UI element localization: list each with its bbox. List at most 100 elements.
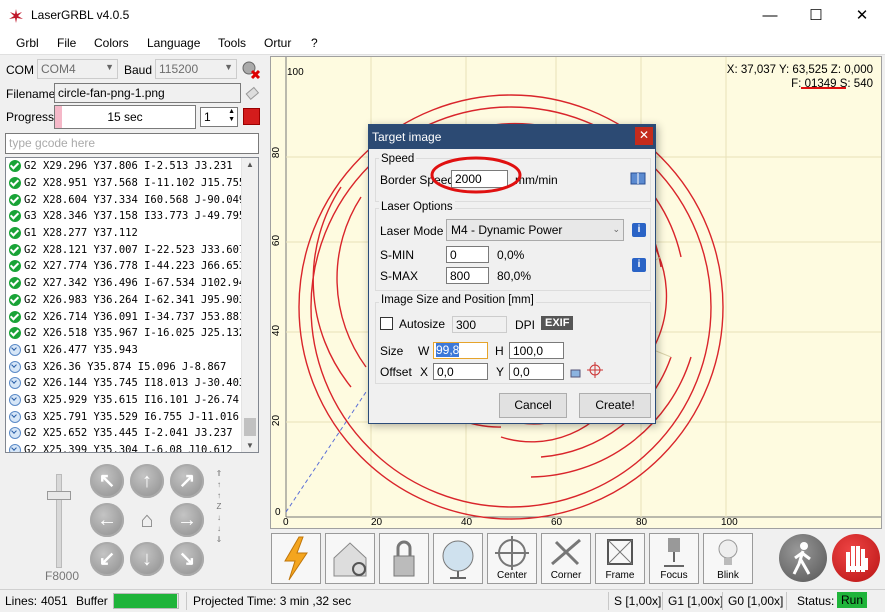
position-lock-icon[interactable]: [569, 365, 582, 378]
gcode-line-text: G3 X25.929 Y35.615 I16.101 J-26.74: [24, 393, 239, 406]
ruler-left-40: 40: [271, 324, 283, 337]
jog-left-button[interactable]: ←: [90, 503, 124, 537]
blink-button[interactable]: Blink: [703, 533, 753, 584]
scroll-thumb[interactable]: [244, 418, 256, 436]
eraser-icon[interactable]: [244, 85, 260, 101]
emergency-stop-button[interactable]: [832, 534, 880, 582]
lines-label: Lines:: [5, 594, 38, 608]
width-input[interactable]: 99,8: [433, 342, 488, 359]
close-window-button[interactable]: ✕: [839, 0, 885, 31]
copies-stepper[interactable]: 1 ▲ ▼: [200, 107, 238, 127]
home-icon[interactable]: ⌂: [130, 503, 164, 537]
create-button[interactable]: Create!: [579, 393, 651, 418]
smin-percent: 0,0%: [497, 248, 525, 262]
title-bar: LaserGRBL v4.0.5 — ☐ ✕: [0, 0, 885, 31]
gcode-list[interactable]: G2 X29.296 Y37.806 I-2.513 J3.231 G2 X28.…: [5, 157, 259, 453]
jog-up-left-button[interactable]: ↖: [90, 464, 124, 498]
smax-input[interactable]: 800: [446, 267, 489, 284]
smin-input[interactable]: 0: [446, 246, 489, 263]
height-input[interactable]: 100,0: [509, 342, 564, 359]
smin-smax-info-icon[interactable]: i: [632, 258, 646, 272]
menu-language[interactable]: Language: [147, 36, 200, 50]
frame-button[interactable]: Frame: [595, 533, 645, 584]
offset-y-label: Y: [496, 365, 505, 379]
autosize-checkbox[interactable]: [380, 317, 393, 330]
ruler-left-100: 100: [287, 67, 304, 78]
dpi-input[interactable]: 300: [452, 316, 507, 333]
com-select[interactable]: COM4 ▼: [37, 59, 118, 79]
speed-group-title: Speed: [379, 153, 417, 165]
center-button[interactable]: Center: [487, 533, 537, 584]
g1-override[interactable]: G1 [1,00x]: [668, 594, 723, 608]
baud-select[interactable]: 115200 ▼: [155, 59, 237, 79]
jog-down-right-button[interactable]: ↘: [170, 542, 204, 576]
crosshair-icon[interactable]: [587, 362, 603, 378]
check-done-icon: [9, 160, 21, 173]
laser-mode-info-icon[interactable]: i: [632, 223, 646, 237]
size-label: Size: [380, 344, 404, 358]
offset-y-input[interactable]: 0,0: [509, 363, 564, 380]
exif-button[interactable]: EXIF: [541, 316, 574, 330]
dialog-close-button[interactable]: ✕: [635, 127, 653, 145]
maximize-button[interactable]: ☐: [793, 0, 839, 31]
book-icon[interactable]: [630, 171, 646, 185]
lightbulb-icon: [718, 539, 738, 565]
laser-mode-select[interactable]: M4 - Dynamic Power ⌄: [446, 219, 624, 241]
speed-slider-thumb[interactable]: [47, 491, 71, 500]
cancel-button[interactable]: Cancel: [499, 393, 567, 418]
ruler-left-20: 20: [271, 414, 283, 427]
scroll-down-icon[interactable]: ▼: [246, 441, 254, 450]
gcode-line: G2 X28.121 Y37.007 I-22.523 J33.607: [6, 241, 258, 258]
scroll-up-icon[interactable]: ▲: [246, 160, 254, 169]
smax-label: S-MAX: [380, 269, 419, 283]
minimize-button[interactable]: —: [747, 0, 793, 31]
check-done-icon: [9, 177, 21, 190]
menu-colors[interactable]: Colors: [94, 36, 129, 50]
offset-x-input[interactable]: 0,0: [433, 363, 488, 380]
stop-icon[interactable]: [243, 108, 260, 125]
menu-file[interactable]: File: [57, 36, 76, 50]
gcode-scrollbar[interactable]: ▲ ▼: [241, 158, 258, 452]
g0-override[interactable]: G0 [1,00x]: [728, 594, 783, 608]
speed-annotation-circle: [430, 156, 522, 194]
jog-right-button[interactable]: →: [170, 503, 204, 537]
gcode-line-text: G2 X29.296 Y37.806 I-2.513 J3.231: [24, 160, 233, 173]
globe-button[interactable]: [433, 533, 483, 584]
menu-ortur[interactable]: Ortur: [264, 36, 291, 50]
jog-up-right-button[interactable]: ↗: [170, 464, 204, 498]
z-jog-control[interactable]: ⇑ ↑ ↑ Z ↓ ↓ ⇓: [213, 468, 225, 545]
menu-grbl[interactable]: Grbl: [16, 36, 39, 50]
jog-up-button[interactable]: ↑: [130, 464, 164, 498]
com-label: COM: [6, 63, 34, 77]
ruler-bottom-100: 100: [721, 517, 738, 528]
laser-mode-label: Laser Mode: [380, 224, 444, 238]
gcode-line: G1 X28.277 Y37.112: [6, 225, 258, 242]
gcode-line-text: G2 X28.121 Y37.007 I-22.523 J33.607: [24, 243, 246, 256]
gcode-input[interactable]: type gcode here: [5, 133, 259, 154]
s-override[interactable]: S [1,00x]: [614, 594, 661, 608]
homing-button[interactable]: [325, 533, 375, 584]
pending-icon: [9, 410, 21, 423]
corner-button[interactable]: Corner: [541, 533, 591, 584]
gcode-line: G2 X27.342 Y36.496 I-67.534 J102.946: [6, 275, 258, 292]
unlock-button[interactable]: [379, 533, 429, 584]
disconnect-icon[interactable]: [241, 60, 261, 80]
gcode-line: G2 X26.983 Y36.264 I-62.341 J95.903: [6, 292, 258, 309]
speed-slider-track[interactable]: [56, 474, 62, 568]
progress-time: 15 sec: [107, 110, 143, 124]
corner-icon: [551, 538, 581, 566]
walking-person-icon: [792, 542, 811, 575]
z-label: Z: [216, 502, 222, 511]
filename-label: Filename: [6, 87, 56, 101]
walk-button[interactable]: [779, 534, 827, 582]
focus-button[interactable]: Focus: [649, 533, 699, 584]
check-done-icon: [9, 277, 21, 290]
engrave-button[interactable]: [271, 533, 321, 584]
gcode-line: G2 X28.951 Y37.568 I-11.102 J15.755: [6, 175, 258, 192]
gcode-line: G2 X26.144 Y35.745 I18.013 J-30.403: [6, 375, 258, 392]
menu-tools[interactable]: Tools: [218, 36, 246, 50]
jog-down-button[interactable]: ↓: [130, 542, 164, 576]
lines-count: 4051: [41, 594, 68, 608]
menu-help[interactable]: ?: [311, 36, 318, 50]
jog-down-left-button[interactable]: ↙: [90, 542, 124, 576]
